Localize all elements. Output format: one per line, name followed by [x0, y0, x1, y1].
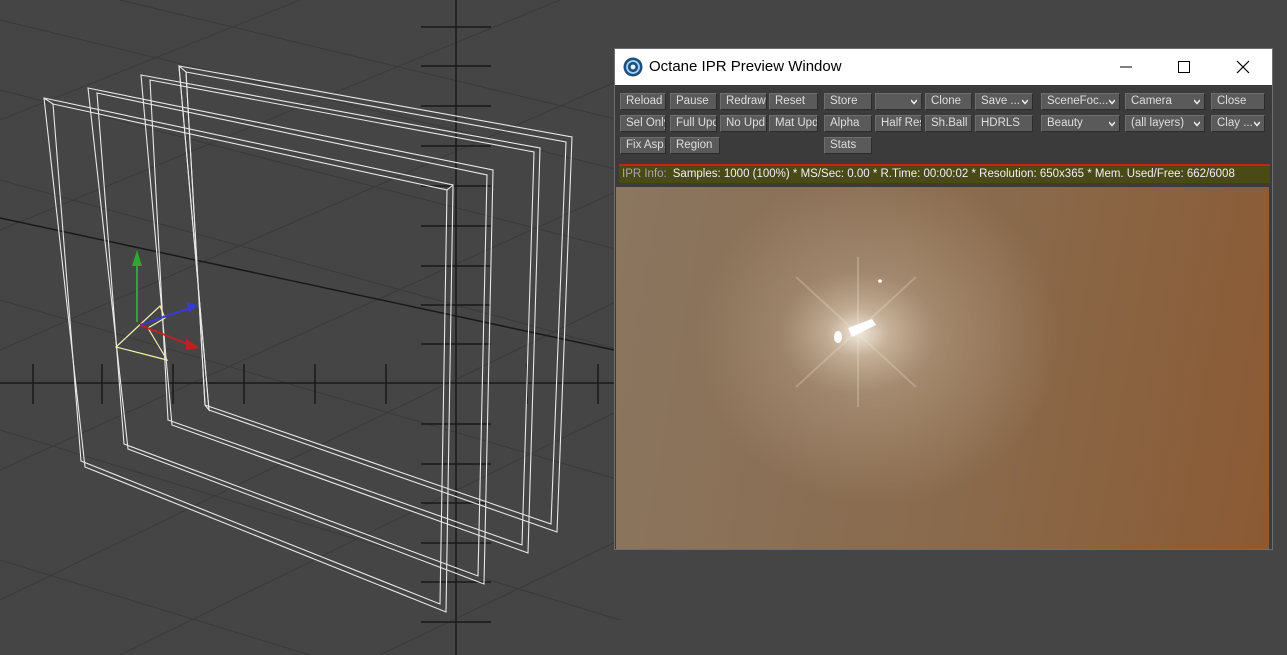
fix-aspect-button[interactable]: Fix Asp.	[620, 137, 666, 154]
layers-dropdown[interactable]: (all layers)	[1125, 115, 1205, 132]
ruler-ticks	[32, 26, 599, 623]
camera-dropdown[interactable]: Camera	[1125, 93, 1205, 110]
minimize-button[interactable]	[1097, 49, 1155, 85]
render-pass-label: Beauty	[1047, 117, 1083, 129]
chevron-down-icon	[1194, 121, 1200, 127]
chevron-down-icon	[1254, 121, 1260, 127]
save-dropdown-label: Save ...	[981, 95, 1020, 107]
octane-logo-icon	[623, 57, 643, 77]
clay-mode-dropdown[interactable]: Clay ...	[1211, 115, 1265, 132]
store-button[interactable]: Store	[824, 93, 872, 110]
clone-button[interactable]: Clone	[925, 93, 972, 110]
title-bar[interactable]: Octane IPR Preview Window	[615, 49, 1272, 85]
chevron-down-icon	[1194, 99, 1200, 105]
shader-ball-button[interactable]: Sh.Ball	[925, 115, 972, 132]
maximize-icon	[1178, 61, 1190, 73]
render-preview[interactable]	[616, 187, 1269, 549]
no-update-button[interactable]: No Upd.	[720, 115, 767, 132]
close-button[interactable]: Close	[1211, 93, 1265, 110]
clay-mode-label: Clay ...	[1217, 117, 1253, 129]
redraw-button[interactable]: Redraw	[720, 93, 767, 110]
hdrls-button[interactable]: HDRLS	[975, 115, 1033, 132]
camera-label: Camera	[1131, 95, 1172, 107]
alpha-button[interactable]: Alpha	[824, 115, 872, 132]
layers-label: (all layers)	[1131, 117, 1185, 129]
store-slot-dropdown[interactable]	[875, 93, 922, 110]
reset-button[interactable]: Reset	[769, 93, 818, 110]
scene-focus-label: SceneFoc...	[1047, 95, 1109, 107]
reload-button[interactable]: Reload	[620, 93, 666, 110]
ipr-info-label: IPR Info:	[622, 168, 667, 180]
sel-only-button[interactable]: Sel Only	[620, 115, 666, 132]
window-title: Octane IPR Preview Window	[649, 58, 842, 75]
chevron-down-icon	[1022, 99, 1028, 105]
material-update-button[interactable]: Mat Upd	[769, 115, 818, 132]
full-update-button[interactable]: Full Upd.	[670, 115, 717, 132]
wireframe-frames	[43, 64, 573, 613]
ipr-info-bar: IPR Info: Samples: 1000 (100%) * MS/Sec: …	[619, 164, 1270, 183]
half-res-button[interactable]: Half Res	[875, 115, 922, 132]
close-icon	[1236, 60, 1250, 74]
ipr-preview-window[interactable]: Octane IPR Preview Window Reload Pause R…	[614, 48, 1273, 550]
save-dropdown[interactable]: Save ...	[975, 93, 1033, 110]
ipr-info-text: Samples: 1000 (100%) * MS/Sec: 0.00 * R.…	[672, 168, 1235, 180]
minimize-icon	[1120, 66, 1132, 68]
ipr-toolbar: Reload Pause Redraw Reset Store Clone Sa…	[615, 85, 1272, 163]
render-pass-dropdown[interactable]: Beauty	[1041, 115, 1120, 132]
close-window-button[interactable]	[1214, 49, 1272, 85]
pause-button[interactable]: Pause	[670, 93, 717, 110]
chevron-down-icon	[911, 99, 917, 105]
chevron-down-icon	[1109, 121, 1115, 127]
floor-grid	[0, 0, 621, 655]
region-button[interactable]: Region	[670, 137, 720, 154]
render-highlights	[778, 257, 938, 407]
maximize-button[interactable]	[1155, 49, 1213, 85]
stats-button[interactable]: Stats	[824, 137, 872, 154]
scene-focus-dropdown[interactable]: SceneFoc...	[1041, 93, 1120, 110]
chevron-down-icon	[1109, 99, 1115, 105]
